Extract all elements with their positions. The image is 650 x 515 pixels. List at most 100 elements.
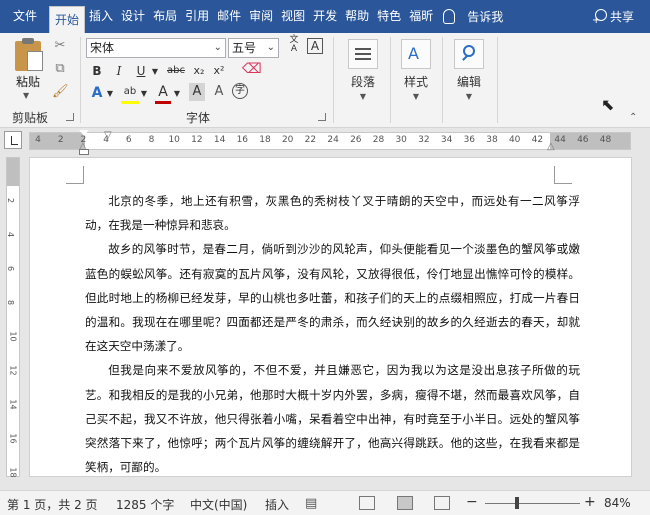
ruler-tick-label: 32 <box>418 135 430 145</box>
read-mode-icon[interactable] <box>359 496 375 510</box>
tab-file[interactable]: 文件 <box>0 0 49 33</box>
group-divider <box>80 37 81 123</box>
zoom-out-button[interactable]: − <box>466 494 478 510</box>
share-button[interactable]: + 共享 <box>591 0 634 33</box>
tab-layout[interactable]: 布局 <box>149 0 181 33</box>
font-color-button[interactable]: A <box>155 83 171 101</box>
chevron-down-icon: ▼ <box>412 92 420 101</box>
tell-me-box[interactable]: 告诉我 <box>443 8 503 25</box>
phonetic-guide-button[interactable]: 文A <box>285 36 303 54</box>
subscript-button[interactable]: x₂ <box>191 62 207 80</box>
macro-icon[interactable]: ▤ <box>305 496 317 511</box>
strikethrough-button[interactable]: abc <box>165 62 187 80</box>
mouse-cursor-icon: ⬉ <box>601 95 615 114</box>
zoom-level[interactable]: 84% <box>604 496 631 510</box>
clipboard-launcher-icon[interactable] <box>66 113 74 121</box>
document-paragraph[interactable]: 但我是向来不爱放风筝的，不但不爱，并且嫌恶它，因为我以为这是没出息孩子所做的玩艺… <box>85 358 580 479</box>
tab-developer[interactable]: 开发 <box>309 0 341 33</box>
right-indent-icon[interactable]: △ <box>547 141 555 152</box>
ribbon-home: 粘贴 ▼ ✂ ⧉ 🖌 剪贴板 宋体 ⌄ 五号 ⌄ 文A A B I U ▼ ab… <box>0 33 650 128</box>
cut-icon[interactable]: ✂ <box>52 38 68 54</box>
paragraph-icon <box>348 39 378 69</box>
document-paragraph[interactable]: 故乡的风筝时节，是春二月，倘听到沙沙的风轮声，仰头便能看见一个淡墨色的蟹风筝或嫩… <box>85 237 580 358</box>
font-size-select[interactable]: 五号 ⌄ <box>228 38 279 58</box>
bold-button[interactable]: B <box>90 62 104 80</box>
web-layout-icon[interactable] <box>434 496 450 510</box>
vertical-ruler[interactable]: 2 4 6 8 10 12 14 16 18 <box>6 157 20 478</box>
insert-mode[interactable]: 插入 <box>265 496 289 513</box>
horizontal-ruler[interactable]: 4 2 2 4 6 8 10 12 14 16 18 20 22 24 26 28 30 32 34 36 38 40 42… <box>29 132 631 150</box>
italic-button[interactable]: I <box>112 62 126 80</box>
zoom-slider[interactable] <box>485 503 580 504</box>
tab-view[interactable]: 视图 <box>277 0 309 33</box>
tab-mailings[interactable]: 邮件 <box>213 0 245 33</box>
language-indicator[interactable]: 中文(中国) <box>190 496 247 513</box>
font-name-value: 宋体 <box>90 41 115 55</box>
print-layout-icon[interactable] <box>397 496 413 510</box>
styles-icon: A <box>401 39 431 69</box>
ruler-tick-label: 48 <box>599 135 612 145</box>
paste-button[interactable]: 粘贴 <box>16 73 40 90</box>
document-page[interactable]: 北京的冬季，地上还有积雪，灰黑色的秃树枝丫叉于晴朗的天空中，而远处有一二风筝浮动… <box>29 157 632 477</box>
font-color-swatch <box>155 101 171 104</box>
tab-foxit[interactable]: 福昕 <box>405 0 437 33</box>
ruler-tick-label: 6 <box>125 135 132 145</box>
ruler-tick-label: 16 <box>236 135 249 145</box>
zoom-in-button[interactable]: + <box>584 494 596 510</box>
tab-selector[interactable] <box>4 131 22 149</box>
eraser-icon[interactable]: ⌫ <box>242 60 262 78</box>
document-body[interactable]: 北京的冬季，地上还有积雪，灰黑色的秃树枝丫叉于晴朗的天空中，而远处有一二风筝浮动… <box>85 189 580 479</box>
vruler-tick-label: 14 <box>8 399 18 410</box>
text-effects-button[interactable]: A <box>89 84 105 102</box>
first-line-indent-icon[interactable]: ▽ <box>104 130 112 141</box>
paste-dropdown-icon[interactable]: ▼ <box>23 91 29 100</box>
left-indent-marker[interactable] <box>79 149 89 155</box>
zoom-slider-thumb[interactable] <box>515 497 519 509</box>
phonetic-guide-label: 文 <box>289 35 299 45</box>
tab-references[interactable]: 引用 <box>181 0 213 33</box>
tab-tekiti[interactable]: 特色 <box>373 0 405 33</box>
enclose-char-button[interactable]: 字 <box>232 83 248 99</box>
horizontal-scrollbar[interactable] <box>0 477 650 490</box>
ruler-tick-label: 40 <box>508 135 521 145</box>
ruler-tick-label: 2 <box>57 135 64 145</box>
ruler-tick-label: 12 <box>191 135 203 145</box>
font-color-dropdown-icon[interactable]: ▼ <box>173 85 181 103</box>
document-paragraph[interactable]: 北京的冬季，地上还有积雪，灰黑色的秃树枝丫叉于晴朗的天空中，而远处有一二风筝浮动… <box>85 189 580 237</box>
ruler-tick-label: 22 <box>304 135 317 145</box>
editing-button[interactable]: 编辑 ▼ <box>451 39 487 101</box>
vruler-tick-label: 4 <box>6 231 16 238</box>
vertical-scrollbar[interactable] <box>632 155 650 490</box>
underline-button[interactable]: U <box>134 62 148 80</box>
group-divider <box>333 37 334 123</box>
text-effects-dropdown-icon[interactable]: ▼ <box>106 85 114 103</box>
ruler-tick-label: 42 <box>531 135 544 145</box>
page-count[interactable]: 第 1 页，共 2 页 <box>7 496 98 513</box>
superscript-button[interactable]: x² <box>211 62 227 80</box>
tab-design[interactable]: 设计 <box>117 0 149 33</box>
char-border-button[interactable]: A <box>307 38 323 54</box>
styles-button[interactable]: A 样式 ▼ <box>398 39 434 101</box>
highlight-dropdown-icon[interactable]: ▼ <box>140 85 148 103</box>
highlight-button[interactable]: ab <box>121 83 139 101</box>
copy-icon[interactable]: ⧉ <box>52 61 68 77</box>
ruler-tick-label: 14 <box>213 135 226 145</box>
editing-label: 编辑 <box>456 75 481 89</box>
search-icon <box>454 39 484 69</box>
underline-dropdown-icon[interactable]: ▼ <box>151 63 159 81</box>
plus-icon: + <box>591 15 601 26</box>
tab-home[interactable]: 开始 <box>49 6 86 33</box>
tab-help[interactable]: 帮助 <box>341 0 373 33</box>
word-count[interactable]: 1285 个字 <box>116 496 174 513</box>
tab-review[interactable]: 审阅 <box>245 0 277 33</box>
tab-insert[interactable]: 插入 <box>85 0 117 33</box>
collapse-ribbon-icon[interactable]: ⌃ <box>629 112 637 123</box>
font-name-select[interactable]: 宋体 ⌄ <box>86 38 226 58</box>
font-group-label: 字体 <box>186 111 211 125</box>
first-line-indent-marker[interactable] <box>79 130 89 136</box>
format-painter-icon[interactable]: 🖌 <box>52 84 69 100</box>
char-shading-button[interactable]: A <box>189 83 205 101</box>
paragraph-button[interactable]: 段落 ▼ <box>345 39 381 101</box>
grow-font-button[interactable]: A <box>211 83 227 101</box>
font-launcher-icon[interactable] <box>318 113 326 121</box>
